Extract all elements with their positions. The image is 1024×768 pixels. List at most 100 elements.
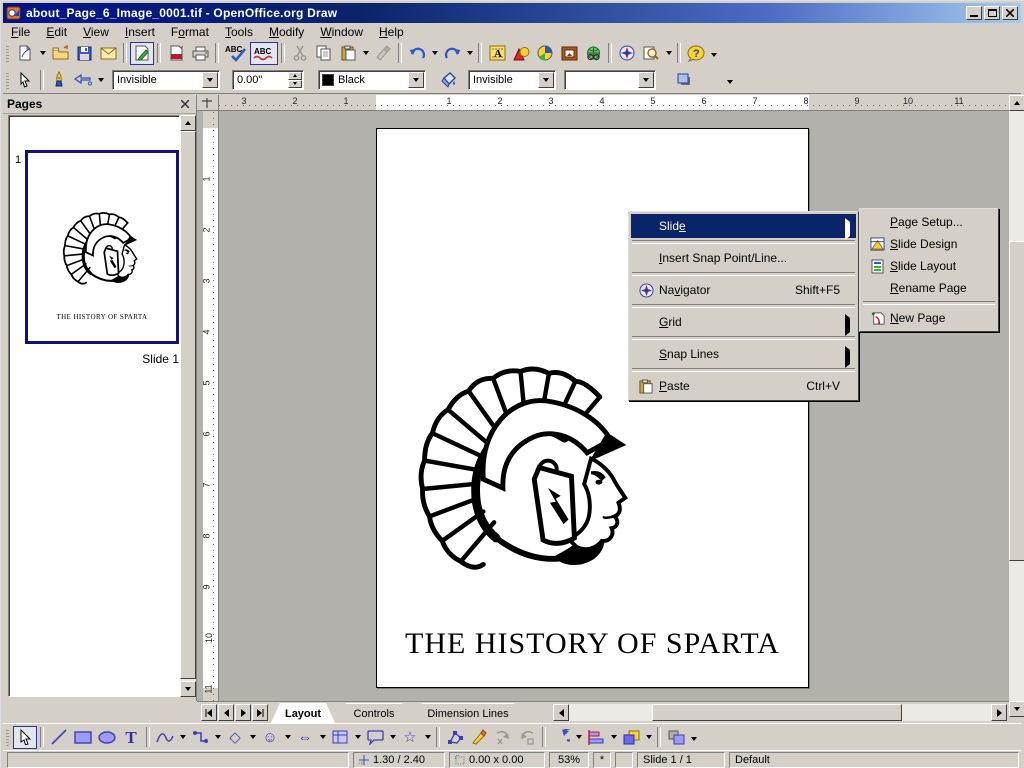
rectangle-tool[interactable]: [71, 726, 95, 749]
cut-button[interactable]: [288, 42, 312, 65]
combo-dropdown-button[interactable]: [538, 72, 554, 88]
stars-dropdown[interactable]: [422, 726, 433, 749]
drawing-viewport[interactable]: THE HISTORY OF SPARTA: [219, 111, 1009, 701]
slide-title-text[interactable]: THE HISTORY OF SPARTA: [377, 627, 808, 661]
line-style-combo[interactable]: Invisible: [112, 70, 220, 90]
toolbar-overflow[interactable]: [724, 70, 735, 93]
edit-points-toggle[interactable]: [13, 68, 37, 91]
toolbar-grip[interactable]: [6, 71, 9, 89]
curve-dropdown[interactable]: [177, 726, 188, 749]
context-menu-item-navigator[interactable]: Navigator Shift+F5: [631, 278, 856, 302]
scroll-thumb[interactable]: [180, 131, 196, 679]
menu-view[interactable]: View: [75, 24, 117, 40]
shadow-toggle-button[interactable]: [672, 68, 696, 91]
insert-picture-button[interactable]: [557, 42, 581, 65]
symbol-shapes-dropdown[interactable]: [282, 726, 293, 749]
block-arrows-tool[interactable]: ⇔: [293, 726, 317, 749]
hscroll-left-button[interactable]: [553, 704, 569, 721]
context-menu-item-slide[interactable]: Slide: [631, 214, 856, 238]
maximize-button[interactable]: [984, 6, 1000, 20]
menu-insert[interactable]: Insert: [117, 24, 163, 40]
hscroll-right-button[interactable]: [991, 704, 1007, 721]
submenu-item-new-page[interactable]: New Page: [862, 307, 996, 329]
format-paintbrush-button[interactable]: [371, 42, 395, 65]
menu-modify[interactable]: Modify: [261, 24, 312, 40]
vertical-ruler[interactable]: 1 2 3 4 5 6 7 8 9 10 11: [203, 111, 219, 701]
next-tab-button[interactable]: [235, 704, 251, 721]
export-pdf-button[interactable]: [164, 42, 188, 65]
title-bar[interactable]: about_Page_6_Image_0001.tif - OpenOffice…: [3, 3, 1021, 23]
help-button[interactable]: ?: [684, 42, 708, 65]
spin-up-button[interactable]: [288, 72, 302, 80]
text-tool[interactable]: T: [119, 726, 143, 749]
interaction-tool[interactable]: [515, 726, 539, 749]
menu-file[interactable]: File: [3, 24, 38, 40]
menu-help[interactable]: Help: [371, 24, 412, 40]
pages-panel-close-button[interactable]: [178, 98, 192, 111]
submenu-item-rename-page[interactable]: Rename Page: [862, 277, 996, 299]
symbol-shapes-tool[interactable]: ☺: [258, 726, 282, 749]
insert-chart-button[interactable]: [533, 42, 557, 65]
submenu-item-slide-layout[interactable]: Slide Layout: [862, 255, 996, 277]
horizontal-ruler[interactable]: 3 2 1 1 2 3 4 5 6 7 8 9 10 11: [219, 95, 1009, 111]
block-arrows-dropdown[interactable]: [317, 726, 328, 749]
send-mail-button[interactable]: [96, 42, 120, 65]
toolbar-overflow[interactable]: [688, 727, 699, 750]
combo-dropdown-button[interactable]: [202, 72, 218, 88]
zoom-dropdown[interactable]: [663, 42, 674, 65]
spin-down-button[interactable]: [288, 80, 302, 88]
callouts-tool[interactable]: [363, 726, 387, 749]
print-button[interactable]: [188, 42, 212, 65]
prev-tab-button[interactable]: [218, 704, 234, 721]
combine-tool[interactable]: [664, 726, 688, 749]
scroll-down-button[interactable]: [1009, 701, 1024, 717]
menu-window[interactable]: Window: [312, 24, 371, 40]
toolbar-grip[interactable]: [6, 44, 9, 62]
menu-tools[interactable]: Tools: [217, 24, 261, 40]
fill-style-combo[interactable]: Invisible: [468, 70, 556, 90]
arrange-tool[interactable]: [619, 726, 643, 749]
toolbar-overflow[interactable]: [708, 43, 719, 66]
ruler-origin-box[interactable]: [197, 95, 219, 111]
tab-controls[interactable]: Controls: [337, 703, 411, 723]
spartan-image[interactable]: [405, 312, 640, 572]
connector-dropdown[interactable]: [212, 726, 223, 749]
redo-button[interactable]: [440, 42, 464, 65]
combo-dropdown-button[interactable]: [408, 72, 424, 88]
scroll-up-button[interactable]: [1009, 95, 1024, 111]
arrange-dropdown[interactable]: [643, 726, 654, 749]
paste-dropdown[interactable]: [360, 42, 371, 65]
menu-format[interactable]: Format: [163, 24, 217, 40]
submenu-item-slide-design[interactable]: Slide Design: [862, 233, 996, 255]
rotate-dropdown[interactable]: [573, 726, 584, 749]
flowchart-dropdown[interactable]: [352, 726, 363, 749]
line-dialog-button[interactable]: [47, 68, 71, 91]
close-button[interactable]: [1002, 6, 1018, 20]
hscroll-thumb[interactable]: [652, 704, 902, 721]
fontwork-button[interactable]: A: [485, 42, 509, 65]
scroll-thumb[interactable]: [1009, 241, 1024, 561]
context-menu-item-snap-lines[interactable]: Snap Lines: [631, 342, 856, 366]
pages-scrollbar[interactable]: [180, 115, 196, 697]
connector-tool[interactable]: [188, 726, 212, 749]
toolbar-grip[interactable]: [6, 728, 9, 746]
last-tab-button[interactable]: [252, 704, 268, 721]
arrow-style-dropdown[interactable]: [95, 68, 106, 91]
fill-color-combo[interactable]: [564, 70, 656, 90]
scroll-up-button[interactable]: [180, 115, 196, 131]
edit-points-tool[interactable]: [443, 726, 467, 749]
auto-spellcheck-button[interactable]: ABC: [250, 42, 278, 65]
zoom-button[interactable]: [639, 42, 663, 65]
slide-thumbnail[interactable]: THE HISTORY OF SPARTA: [25, 150, 179, 344]
basic-shapes-tool[interactable]: ◇: [223, 726, 247, 749]
callouts-dropdown[interactable]: [387, 726, 398, 749]
status-zoom[interactable]: 53%: [549, 752, 589, 768]
minimize-button[interactable]: [966, 6, 982, 20]
select-tool[interactable]: [13, 726, 37, 749]
gallery-button[interactable]: [581, 42, 605, 65]
new-document-dropdown[interactable]: [37, 42, 48, 65]
alignment-dropdown[interactable]: [608, 726, 619, 749]
open-button[interactable]: [48, 42, 72, 65]
rotate-tool[interactable]: [549, 726, 573, 749]
paste-button[interactable]: [336, 42, 360, 65]
